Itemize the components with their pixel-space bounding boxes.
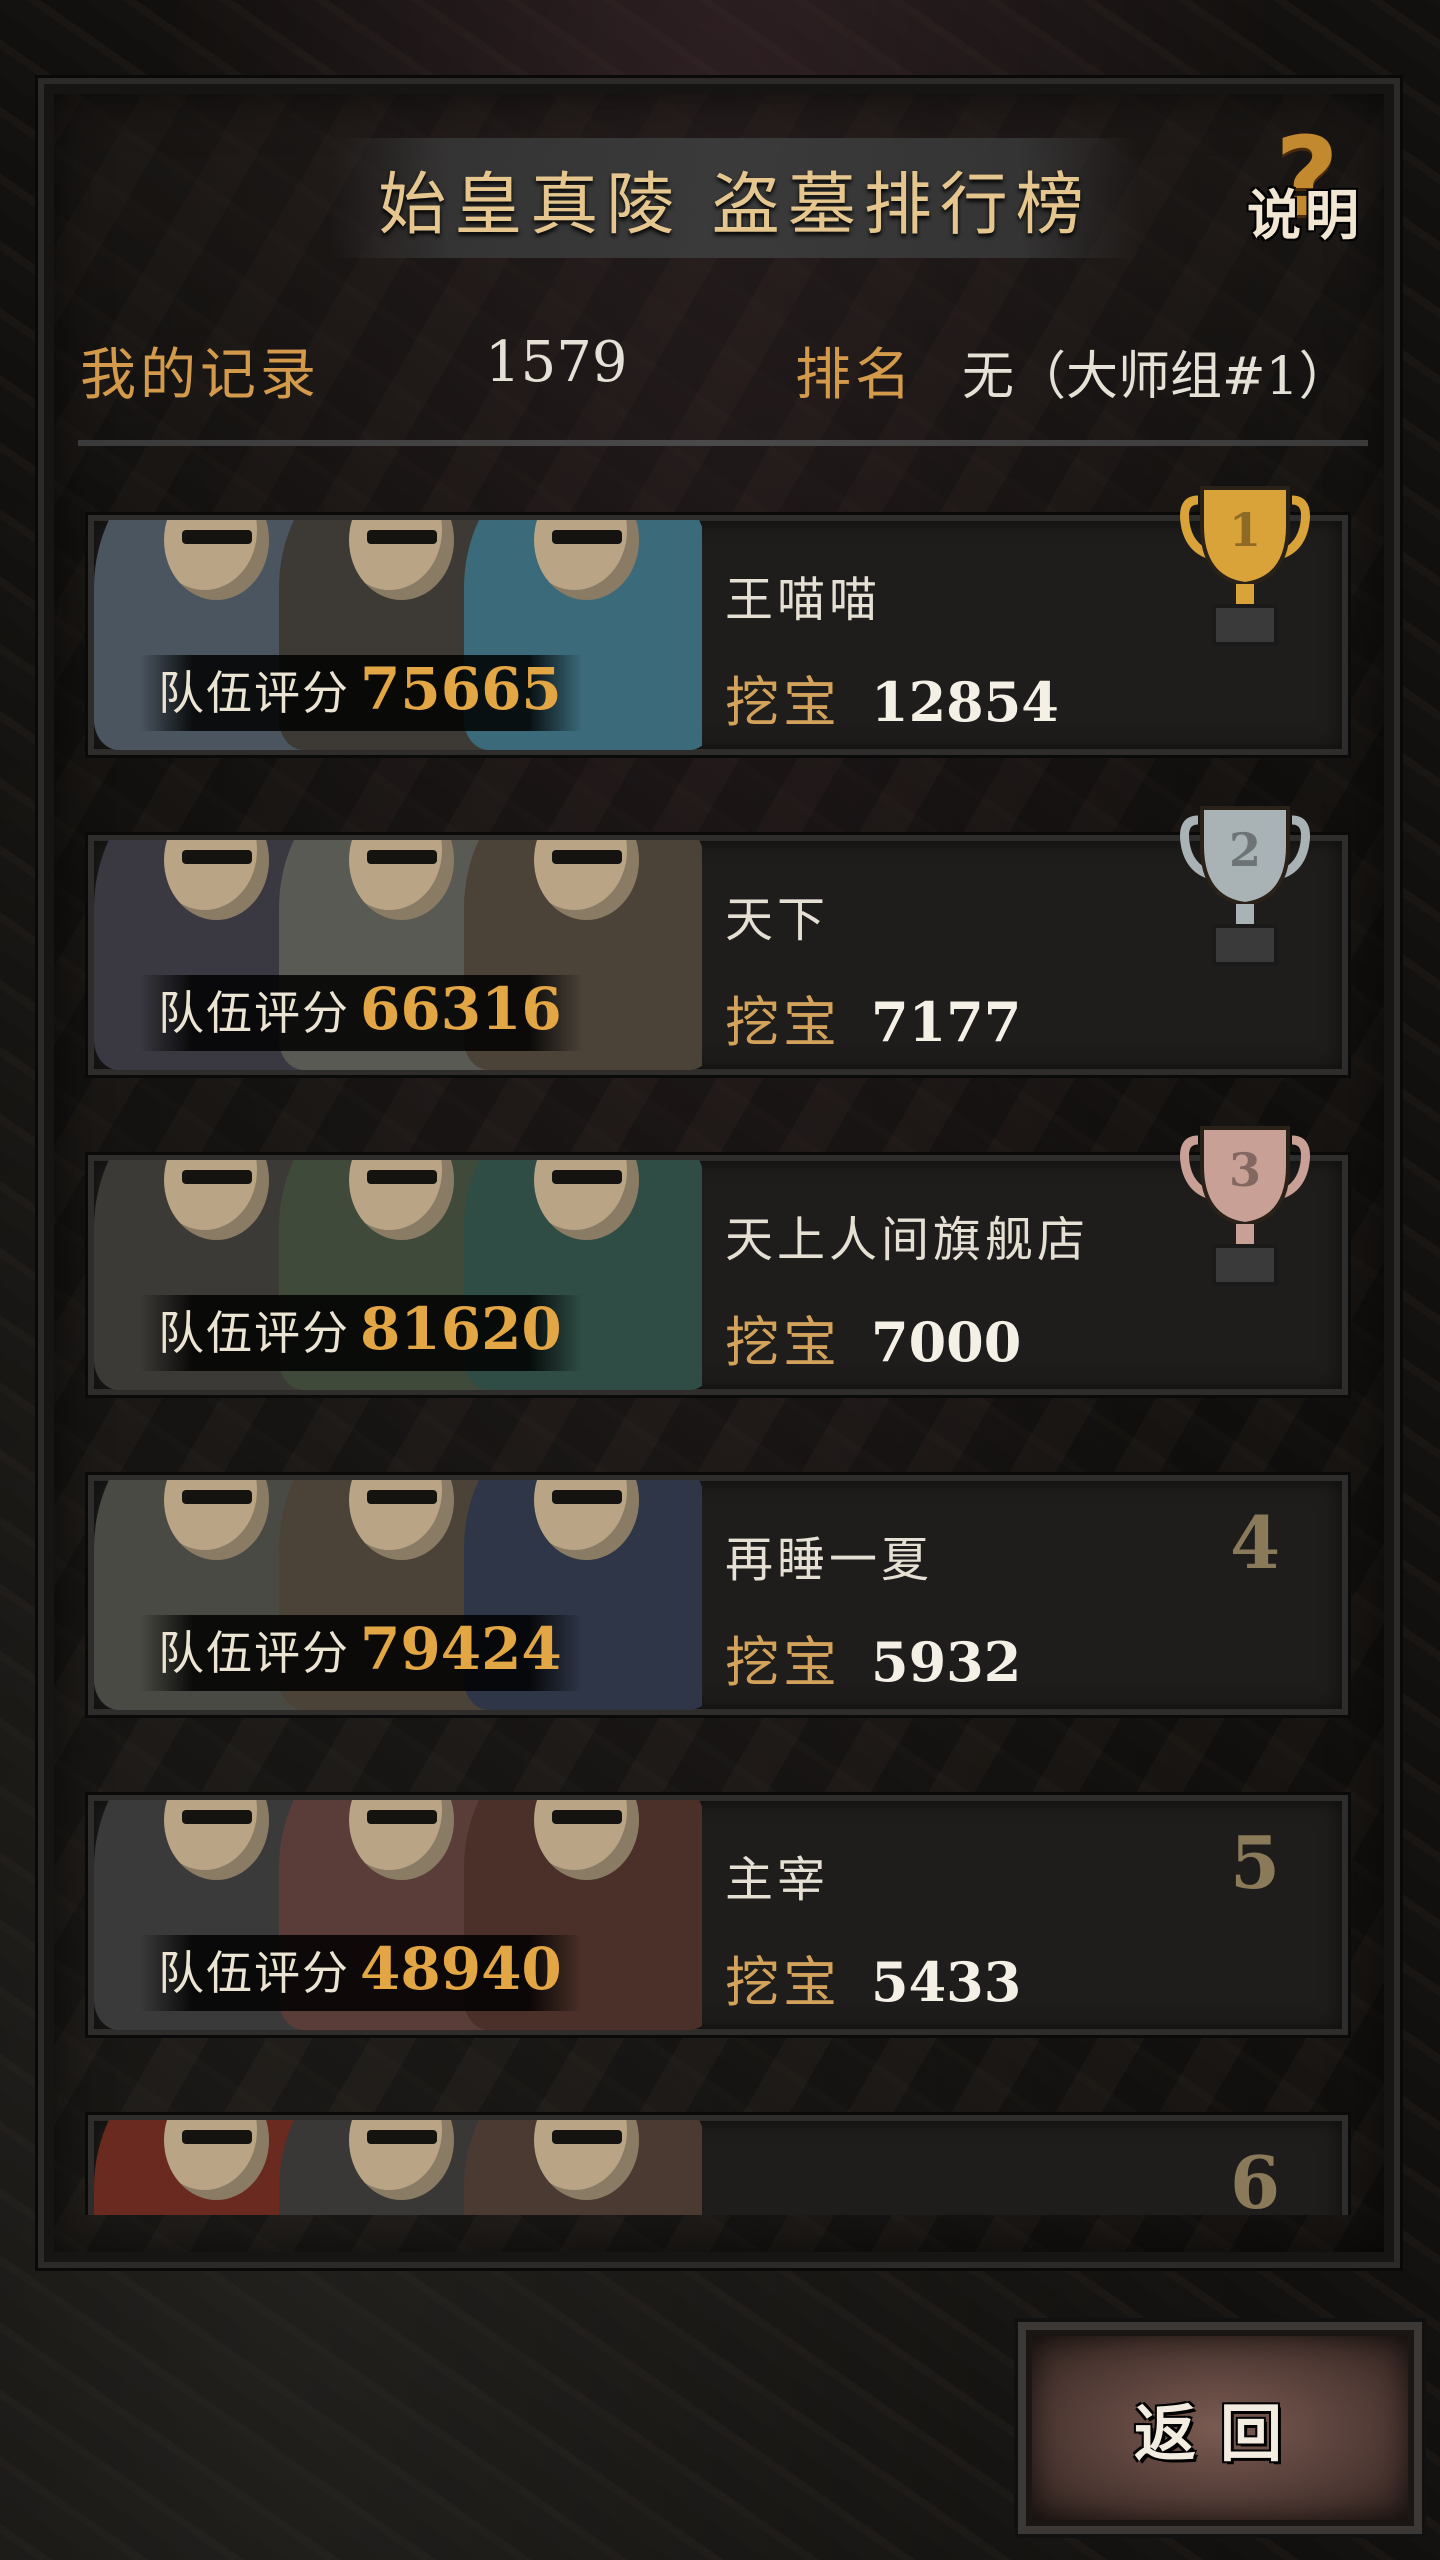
my-record-label: 我的记录: [80, 343, 320, 408]
player-name: 主宰: [725, 1852, 830, 1908]
trophy-rank-number: 2: [1229, 823, 1261, 877]
bronze-trophy-icon: 3: [1180, 1120, 1310, 1290]
trophy-rank-number: 3: [1229, 1143, 1261, 1197]
team-portraits: [94, 2120, 702, 2215]
team-score-label: 队伍评分: [158, 1306, 350, 1360]
dig-value: 5433: [871, 1950, 1022, 2014]
team-score-plate: 队伍评分 81620: [140, 1295, 582, 1371]
back-button[interactable]: 返回: [1026, 2330, 1414, 2526]
leaderboard-entry[interactable]: 队伍评分 48940 主宰 挖宝 5433 5: [80, 1740, 1350, 2060]
team-score-value: 66316: [360, 975, 562, 1043]
rank-number: 5: [1230, 1820, 1281, 1905]
my-record-row: 我的记录 1579 排名 无（大师组#1）: [80, 330, 1360, 410]
back-button-label: 返回: [1133, 2397, 1306, 2470]
dig-label: 挖宝: [725, 991, 841, 1054]
team-score-plate: 队伍评分 66316: [140, 975, 582, 1051]
dig-value: 12854: [871, 670, 1059, 734]
team-score-label: 队伍评分: [158, 1946, 350, 2000]
team-score-label: 队伍评分: [158, 1626, 350, 1680]
team-score-value: 75665: [360, 655, 562, 723]
leaderboard-entry[interactable]: xyz 6: [80, 2060, 1350, 2215]
dig-value: 7177: [871, 990, 1022, 1054]
rank-number: 6: [1230, 2140, 1281, 2215]
hero-portrait: [464, 2120, 702, 2215]
trophy-rank-number: 1: [1229, 503, 1261, 557]
divider: [78, 440, 1368, 446]
title-banner: 始皇真陵 盗墓排行榜: [330, 138, 1140, 258]
leaderboard-entry[interactable]: 队伍评分 66316 天下 挖宝 7177 2: [80, 780, 1350, 1100]
dig-value: 7000: [871, 1310, 1022, 1374]
dig-row: 挖宝 12854: [725, 658, 1059, 737]
player-name: 王喵喵: [725, 572, 882, 628]
team-score-plate: 队伍评分 75665: [140, 655, 582, 731]
team-score-value: 81620: [360, 1295, 562, 1363]
team-score-value: 48940: [360, 1935, 562, 2003]
team-score-label: 队伍评分: [158, 666, 350, 720]
dig-label: 挖宝: [725, 1311, 841, 1374]
dig-label: 挖宝: [725, 1951, 841, 2014]
leaderboard-entry[interactable]: 队伍评分 75665 王喵喵 挖宝 12854 1: [80, 470, 1350, 780]
my-record-value: 1579: [485, 330, 628, 395]
leaderboard-entry[interactable]: 队伍评分 81620 天上人间旗舰店 挖宝 7000 3: [80, 1100, 1350, 1420]
silver-trophy-icon: 2: [1180, 800, 1310, 970]
help-label: 说明: [1247, 184, 1363, 247]
page-title: 始皇真陵 盗墓排行榜: [378, 165, 1092, 245]
help-button[interactable]: ? 说明: [1225, 122, 1385, 250]
team-score-value: 79424: [360, 1615, 562, 1683]
rank-number: 4: [1230, 1500, 1281, 1585]
dig-value: 5932: [871, 1630, 1022, 1694]
leaderboard-list[interactable]: 队伍评分 75665 王喵喵 挖宝 12854 1 队伍评分 66316 天下 …: [80, 470, 1360, 2215]
dig-label: 挖宝: [725, 1631, 841, 1694]
player-name: 天上人间旗舰店: [725, 1212, 1090, 1268]
dig-row: 挖宝 7177: [725, 978, 1021, 1057]
team-score-label: 队伍评分: [158, 986, 350, 1040]
dig-row: 挖宝 5932: [725, 1618, 1021, 1697]
dig-row: 挖宝 5433: [725, 1938, 1021, 2017]
gold-trophy-icon: 1: [1180, 480, 1310, 650]
leaderboard-entry[interactable]: 队伍评分 79424 再睡一夏 挖宝 5932 4: [80, 1420, 1350, 1740]
dig-row: 挖宝 7000: [725, 1298, 1021, 1377]
player-name: 天下: [725, 892, 830, 948]
team-score-plate: 队伍评分 79424: [140, 1615, 582, 1691]
rank-label: 排名: [795, 343, 915, 408]
team-score-plate: 队伍评分 48940: [140, 1935, 582, 2011]
rank-value: 无（大师组#1）: [962, 347, 1351, 407]
player-name: 再睡一夏: [725, 1532, 934, 1588]
dig-label: 挖宝: [725, 671, 841, 734]
